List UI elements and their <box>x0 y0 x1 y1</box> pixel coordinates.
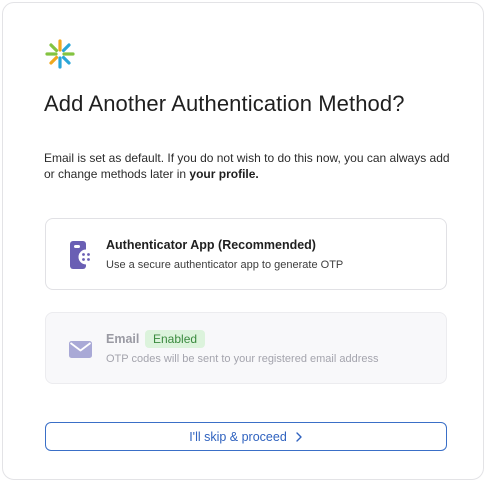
page-title: Add Another Authentication Method? <box>44 91 405 116</box>
email-option: Email Enabled OTP codes will be sent to … <box>45 312 447 384</box>
skip-button-label: I'll skip & proceed <box>189 429 287 444</box>
brand-logo-icon <box>45 39 75 69</box>
skip-proceed-button[interactable]: I'll skip & proceed <box>45 422 447 451</box>
page-description: Email is set as default. If you do not w… <box>44 150 454 182</box>
option-subtitle: Use a secure authenticator app to genera… <box>106 259 344 271</box>
authenticator-app-option[interactable]: Authenticator App (Recommended) Use a se… <box>45 218 447 290</box>
auth-method-card: Add Another Authentication Method? Email… <box>2 2 484 480</box>
enabled-status-badge: Enabled <box>145 330 206 348</box>
option-title: Email <box>106 332 140 346</box>
authenticator-app-icon <box>70 241 94 269</box>
profile-link[interactable]: your profile. <box>189 167 258 181</box>
option-title: Authenticator App (Recommended) <box>106 238 316 252</box>
option-subtitle: OTP codes will be sent to your registere… <box>106 353 379 365</box>
chevron-right-icon <box>296 431 302 442</box>
envelope-icon <box>69 341 92 358</box>
